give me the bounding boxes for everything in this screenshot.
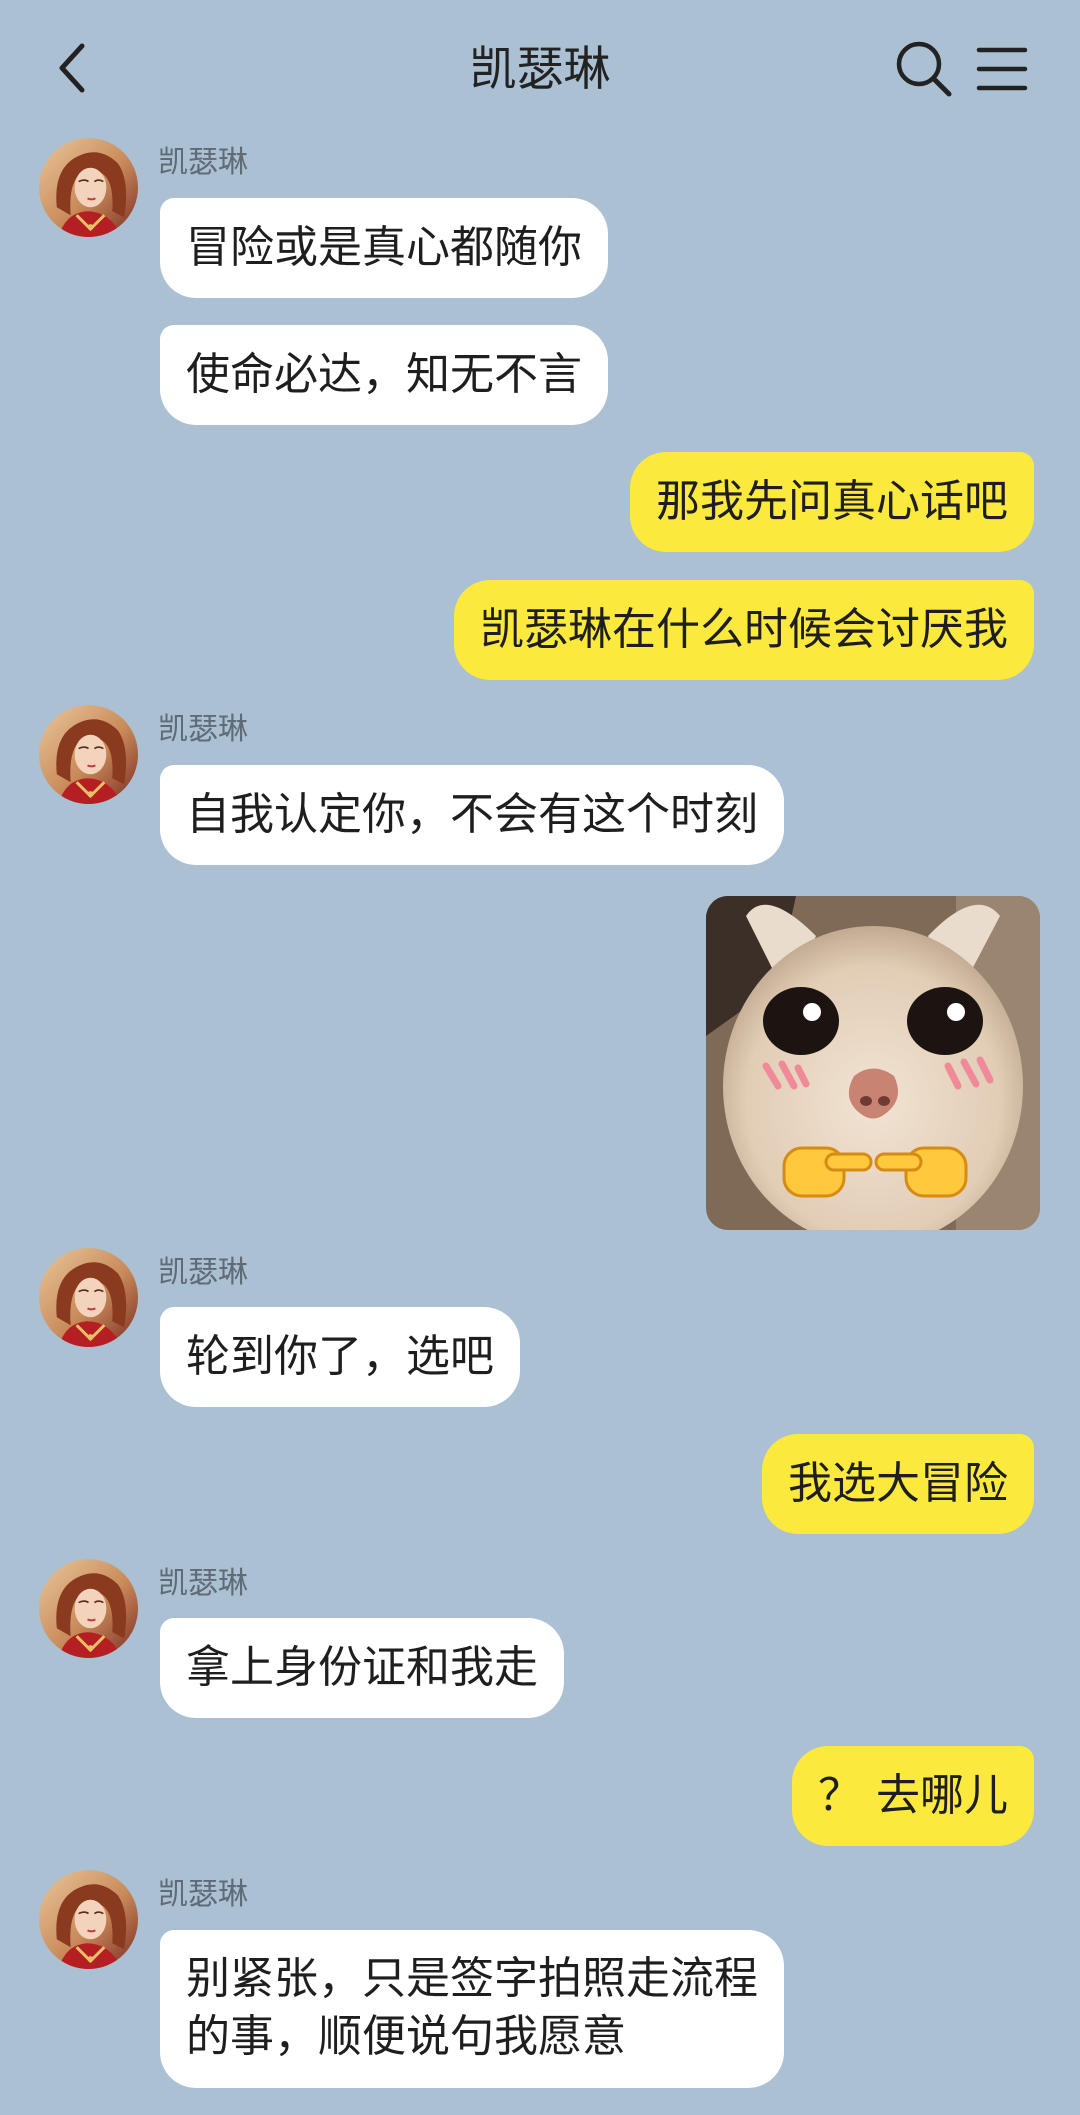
avatar[interactable] <box>39 1870 138 1969</box>
message-bubble-incoming[interactable]: 自我认定你，不会有这个时刻 <box>160 765 784 865</box>
avatar-image <box>39 1559 138 1658</box>
avatar[interactable] <box>39 138 138 237</box>
sender-name: 凯瑟琳 <box>158 145 248 180</box>
avatar[interactable] <box>39 1248 138 1347</box>
message-bubble-outgoing[interactable]: 我选大冒险 <box>762 1434 1034 1534</box>
message-bubble-incoming[interactable]: 使命必达，知无不言 <box>160 325 608 425</box>
avatar[interactable] <box>39 1559 138 1658</box>
message-bubble-outgoing[interactable]: 凯瑟琳在什么时候会讨厌我 <box>454 580 1034 680</box>
search-button[interactable] <box>893 38 955 100</box>
message-line: 别紧张，只是签字拍照走流程 <box>186 1953 758 2004</box>
sender-name: 凯瑟琳 <box>158 712 248 747</box>
avatar-image <box>39 138 138 237</box>
message-bubble-outgoing[interactable]: 那我先问真心话吧 <box>630 452 1034 552</box>
message-bubble-incoming[interactable]: 冒险或是真心都随你 <box>160 198 608 298</box>
message-bubble-outgoing[interactable]: ？ 去哪儿 <box>792 1746 1034 1846</box>
sender-name: 凯瑟琳 <box>158 1255 248 1290</box>
message-bubble-incoming[interactable]: 轮到你了，选吧 <box>160 1307 520 1407</box>
sender-name: 凯瑟琳 <box>158 1566 248 1601</box>
avatar[interactable] <box>39 705 138 804</box>
message-line: 的事，顺便说句我愿意 <box>186 2011 626 2062</box>
message-bubble-incoming[interactable]: 别紧张，只是签字拍照走流程 的事，顺便说句我愿意 <box>160 1930 784 2088</box>
cat-pointing-sticker-image <box>706 896 1040 1230</box>
search-icon <box>896 41 952 97</box>
menu-icon <box>976 47 1028 91</box>
menu-button[interactable] <box>975 44 1029 94</box>
top-bar: 凯瑟琳 <box>0 0 1080 140</box>
avatar-image <box>39 1248 138 1347</box>
message-bubble-incoming[interactable]: 拿上身份证和我走 <box>160 1618 564 1718</box>
avatar-image <box>39 705 138 804</box>
cat-sticker[interactable] <box>706 896 1040 1230</box>
avatar-image <box>39 1870 138 1969</box>
sender-name: 凯瑟琳 <box>158 1877 248 1912</box>
